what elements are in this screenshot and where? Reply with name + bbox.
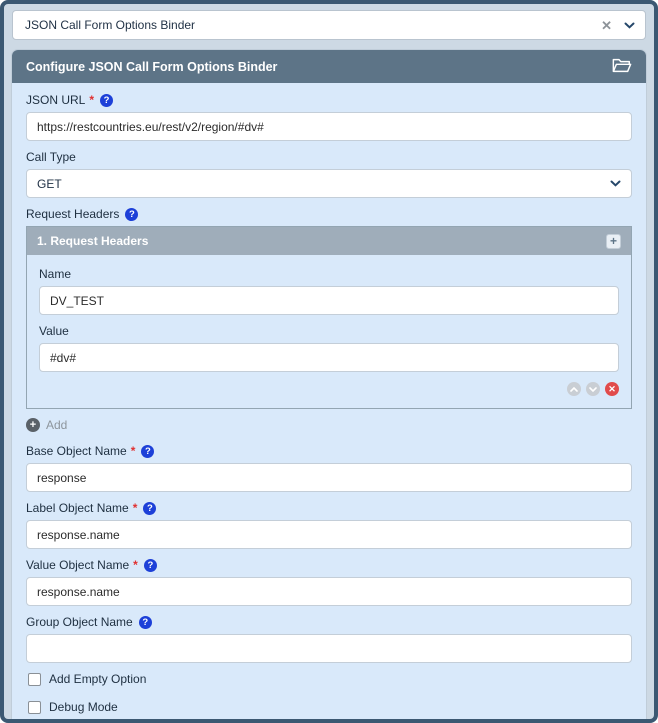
add-empty-option-row[interactable]: Add Empty Option bbox=[28, 672, 632, 686]
required-asterisk: * bbox=[89, 93, 94, 107]
call-type-value: GET bbox=[37, 177, 62, 191]
chevron-down-icon[interactable] bbox=[624, 22, 635, 29]
panel-title: Configure JSON Call Form Options Binder bbox=[26, 60, 277, 74]
debug-mode-label: Debug Mode bbox=[49, 700, 118, 714]
help-icon[interactable]: ? bbox=[139, 616, 152, 629]
json-url-label: JSON URL bbox=[26, 93, 85, 107]
call-type-select[interactable]: GET bbox=[26, 169, 632, 198]
required-asterisk: * bbox=[133, 558, 138, 572]
json-url-field: JSON URL * ? bbox=[26, 93, 632, 141]
required-asterisk: * bbox=[133, 501, 138, 515]
request-headers-item-panel: 1. Request Headers + Name Value bbox=[26, 226, 632, 409]
debug-mode-checkbox[interactable] bbox=[28, 701, 41, 714]
panel-body: JSON URL * ? Call Type GET bbox=[12, 83, 646, 721]
help-icon[interactable]: ? bbox=[100, 94, 113, 107]
value-object-name-input[interactable] bbox=[26, 577, 632, 606]
help-icon[interactable]: ? bbox=[141, 445, 154, 458]
label-object-name-field: Label Object Name * ? bbox=[26, 501, 632, 549]
help-icon[interactable]: ? bbox=[143, 502, 156, 515]
base-object-name-input[interactable] bbox=[26, 463, 632, 492]
header-name-label: Name bbox=[39, 267, 71, 281]
base-object-name-label: Base Object Name bbox=[26, 444, 127, 458]
debug-mode-row[interactable]: Debug Mode bbox=[28, 700, 632, 714]
request-headers-field: Request Headers ? bbox=[26, 207, 632, 221]
panel-header: Configure JSON Call Form Options Binder bbox=[12, 50, 646, 83]
header-name-field: Name bbox=[39, 267, 619, 315]
json-url-input[interactable] bbox=[26, 112, 632, 141]
chevron-down-icon bbox=[610, 180, 621, 187]
label-object-name-input[interactable] bbox=[26, 520, 632, 549]
binder-config-window: JSON Call Form Options Binder ✕ Configur… bbox=[0, 0, 658, 723]
add-label: Add bbox=[46, 418, 67, 432]
header-value-label: Value bbox=[39, 324, 69, 338]
add-header-icon[interactable]: + bbox=[606, 234, 621, 249]
header-value-field: Value bbox=[39, 324, 619, 372]
add-header-button[interactable]: + Add bbox=[26, 418, 632, 432]
configure-panel: Configure JSON Call Form Options Binder … bbox=[12, 50, 646, 721]
open-folder-icon[interactable] bbox=[612, 58, 632, 76]
group-object-name-label: Group Object Name bbox=[26, 615, 133, 629]
value-object-name-label: Value Object Name bbox=[26, 558, 129, 572]
clear-icon[interactable]: ✕ bbox=[601, 19, 612, 32]
header-name-input[interactable] bbox=[39, 286, 619, 315]
header-row-actions: ✕ bbox=[39, 382, 619, 398]
group-object-name-input[interactable] bbox=[26, 634, 632, 663]
delete-header-icon[interactable]: ✕ bbox=[605, 382, 619, 396]
call-type-field: Call Type GET bbox=[26, 150, 632, 198]
value-object-name-field: Value Object Name * ? bbox=[26, 558, 632, 606]
label-object-name-label: Label Object Name bbox=[26, 501, 129, 515]
help-icon[interactable]: ? bbox=[125, 208, 138, 221]
base-object-name-field: Base Object Name * ? bbox=[26, 444, 632, 492]
binder-select-value: JSON Call Form Options Binder bbox=[25, 18, 601, 32]
request-headers-label: Request Headers bbox=[26, 207, 119, 221]
request-headers-item-title: 1. Request Headers bbox=[37, 234, 148, 248]
move-up-icon[interactable] bbox=[567, 382, 581, 396]
header-value-input[interactable] bbox=[39, 343, 619, 372]
group-object-name-field: Group Object Name ? bbox=[26, 615, 632, 663]
request-headers-item-header: 1. Request Headers + bbox=[27, 227, 631, 255]
call-type-label: Call Type bbox=[26, 150, 76, 164]
plus-circle-icon: + bbox=[26, 418, 40, 432]
required-asterisk: * bbox=[131, 444, 136, 458]
add-empty-option-checkbox[interactable] bbox=[28, 673, 41, 686]
help-icon[interactable]: ? bbox=[144, 559, 157, 572]
add-empty-option-label: Add Empty Option bbox=[49, 672, 146, 686]
request-headers-item-body: Name Value bbox=[27, 255, 631, 408]
move-down-icon[interactable] bbox=[586, 382, 600, 396]
binder-select[interactable]: JSON Call Form Options Binder ✕ bbox=[12, 10, 646, 40]
